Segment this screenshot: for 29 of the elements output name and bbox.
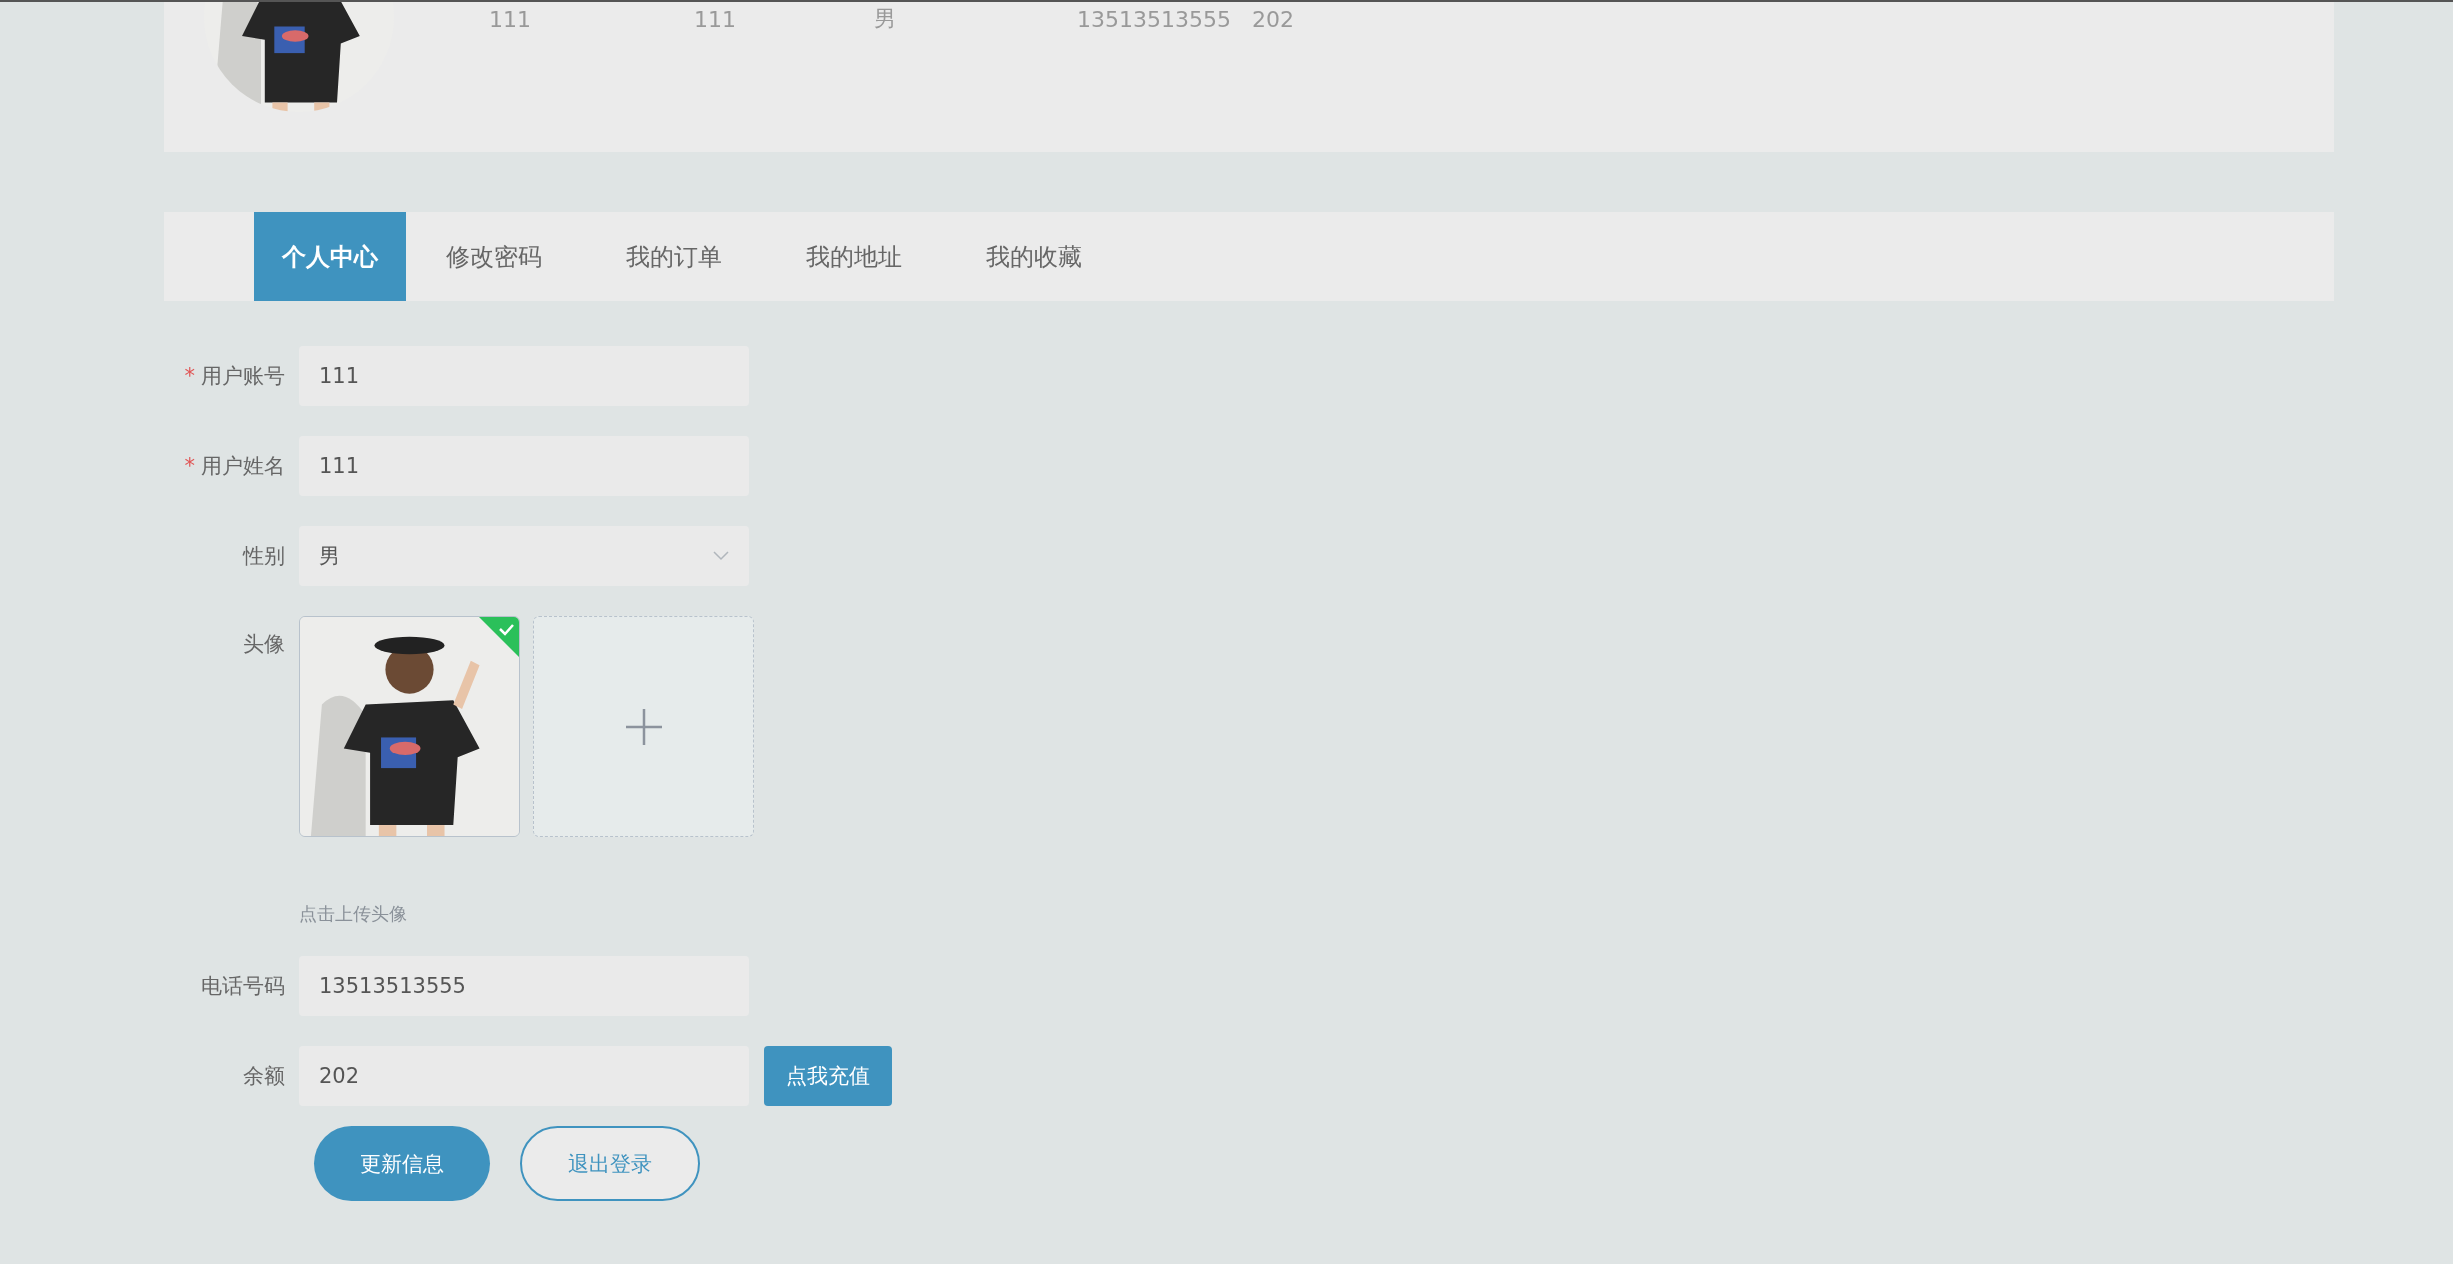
tab[interactable]: 我的订单 bbox=[586, 212, 762, 301]
plus-icon bbox=[625, 708, 662, 745]
logout-button[interactable]: 退出登录 bbox=[520, 1126, 700, 1201]
profile-value: 13513513555 bbox=[1077, 6, 1232, 32]
tab[interactable]: 我的收藏 bbox=[946, 212, 1122, 301]
input-field[interactable]: 111 bbox=[299, 436, 749, 496]
field-label: 头像 bbox=[242, 631, 286, 658]
upload-hint: 点击上传头像 bbox=[299, 902, 408, 926]
tab[interactable]: 我的地址 bbox=[766, 212, 942, 301]
profile-value: 202 bbox=[1252, 6, 1295, 32]
field-label: 电话号码 bbox=[200, 973, 286, 1000]
profile-value: 111 bbox=[694, 6, 737, 32]
input-field[interactable]: 202 bbox=[299, 1046, 749, 1106]
update-button[interactable]: 更新信息 bbox=[314, 1126, 490, 1201]
recharge-button[interactable]: 点我充值 bbox=[764, 1046, 892, 1106]
field-label: 余额 bbox=[242, 1063, 286, 1090]
select-field[interactable]: 男 bbox=[299, 526, 749, 586]
profile-value: 男 bbox=[874, 5, 897, 33]
tab[interactable]: 个人中心 bbox=[254, 212, 406, 301]
field-label: * 用户姓名 bbox=[183, 453, 286, 480]
chevron-down-icon bbox=[713, 551, 729, 561]
field-label: 性别 bbox=[241, 543, 286, 570]
profile-value: 111 bbox=[489, 6, 532, 32]
input-field[interactable]: 13513513555 bbox=[299, 956, 749, 1016]
field-label: * 用户账号 bbox=[183, 363, 286, 390]
check-badge-icon bbox=[479, 617, 519, 657]
input-field[interactable]: 111 bbox=[299, 346, 749, 406]
upload-button[interactable] bbox=[533, 616, 754, 837]
tab[interactable]: 修改密码 bbox=[406, 212, 582, 301]
